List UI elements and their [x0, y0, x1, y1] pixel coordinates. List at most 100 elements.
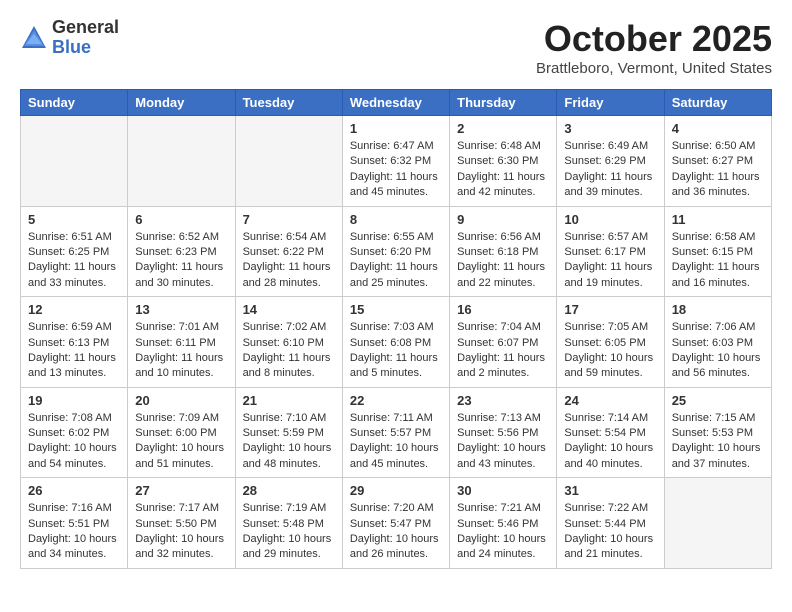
day-info: Sunrise: 7:01 AM Sunset: 6:11 PM Dayligh… [135, 320, 227, 382]
logo-text: General Blue [52, 18, 119, 58]
cell-w4-d6: 24 Sunrise: 7:14 AM Sunset: 5:54 PM Dayli… [557, 387, 664, 478]
cell-w3-d4: 15 Sunrise: 7:03 AM Sunset: 6:08 PM Dayli… [342, 297, 449, 388]
day-info: Sunrise: 6:51 AM Sunset: 6:25 PM Dayligh… [28, 230, 120, 292]
week-row-3: 12Sunrise: 6:59 AM Sunset: 6:13 PM Dayli… [21, 297, 772, 388]
cell-w3-d7: 18 Sunrise: 7:06 AM Sunset: 6:03 PM Dayli… [664, 297, 771, 388]
cell-w2-d1: 5 Sunrise: 6:51 AM Sunset: 6:25 PM Daylig… [21, 206, 128, 297]
day-number: 6 [135, 212, 227, 227]
day-info: Sunrise: 6:49 AM Sunset: 6:29 PM Dayligh… [564, 139, 656, 201]
day-info: Sunrise: 6:54 AM Sunset: 6:22 PM Dayligh… [243, 230, 335, 292]
cell-w2-d2: 6Sunrise: 6:52 AM Sunset: 6:23 PM Daylig… [128, 206, 235, 297]
cell-w4-d2: 20 Sunrise: 7:09 AM Sunset: 6:00 PM Dayli… [128, 387, 235, 478]
day-number: 27 [135, 483, 227, 498]
day-info: Sunrise: 7:16 AM Sunset: 5:51 PM Dayligh… [28, 501, 120, 563]
cell-w1-d6: 3 Sunrise: 6:49 AM Sunset: 6:29 PM Daylig… [557, 116, 664, 207]
day-info: Sunrise: 7:20 AM Sunset: 5:47 PM Dayligh… [350, 501, 442, 563]
day-number: 24 [564, 393, 656, 408]
day-number: 19 [28, 393, 120, 408]
day-info: Sunrise: 7:09 AM Sunset: 6:00 PM Dayligh… [135, 411, 227, 473]
day-number: 8 [350, 212, 442, 227]
cell-w5-d2: 27 Sunrise: 7:17 AM Sunset: 5:50 PM Dayli… [128, 478, 235, 569]
col-wednesday: Wednesday [342, 90, 449, 116]
day-info: Sunrise: 7:06 AM Sunset: 6:03 PM Dayligh… [672, 320, 764, 382]
day-info: Sunrise: 6:58 AM Sunset: 6:15 PM Dayligh… [672, 230, 764, 292]
calendar-header-row: Sunday Monday Tuesday Wednesday Thursday… [21, 90, 772, 116]
cell-w5-d1: 26 Sunrise: 7:16 AM Sunset: 5:51 PM Dayli… [21, 478, 128, 569]
day-info: Sunrise: 7:21 AM Sunset: 5:46 PM Dayligh… [457, 501, 549, 563]
cell-w2-d4: 8 Sunrise: 6:55 AM Sunset: 6:20 PM Daylig… [342, 206, 449, 297]
day-info: Sunrise: 6:57 AM Sunset: 6:17 PM Dayligh… [564, 230, 656, 292]
day-info: Sunrise: 7:17 AM Sunset: 5:50 PM Dayligh… [135, 501, 227, 563]
cell-w3-d5: 16 Sunrise: 7:04 AM Sunset: 6:07 PM Dayli… [450, 297, 557, 388]
cell-w4-d7: 25Sunrise: 7:15 AM Sunset: 5:53 PM Dayli… [664, 387, 771, 478]
cell-w2-d5: 9Sunrise: 6:56 AM Sunset: 6:18 PM Daylig… [450, 206, 557, 297]
col-friday: Friday [557, 90, 664, 116]
day-info: Sunrise: 7:08 AM Sunset: 6:02 PM Dayligh… [28, 411, 120, 473]
logo: General Blue [20, 18, 119, 58]
day-number: 12 [28, 302, 120, 317]
day-info: Sunrise: 7:03 AM Sunset: 6:08 PM Dayligh… [350, 320, 442, 382]
day-info: Sunrise: 7:04 AM Sunset: 6:07 PM Dayligh… [457, 320, 549, 382]
cell-w2-d3: 7 Sunrise: 6:54 AM Sunset: 6:22 PM Daylig… [235, 206, 342, 297]
cell-w5-d4: 29Sunrise: 7:20 AM Sunset: 5:47 PM Dayli… [342, 478, 449, 569]
week-row-2: 5 Sunrise: 6:51 AM Sunset: 6:25 PM Daylig… [21, 206, 772, 297]
col-sunday: Sunday [21, 90, 128, 116]
week-row-5: 26 Sunrise: 7:16 AM Sunset: 5:51 PM Dayli… [21, 478, 772, 569]
logo-blue: Blue [52, 38, 119, 58]
day-number: 14 [243, 302, 335, 317]
cell-w1-d5: 2 Sunrise: 6:48 AM Sunset: 6:30 PM Daylig… [450, 116, 557, 207]
col-monday: Monday [128, 90, 235, 116]
day-info: Sunrise: 6:55 AM Sunset: 6:20 PM Dayligh… [350, 230, 442, 292]
day-number: 7 [243, 212, 335, 227]
calendar-table: Sunday Monday Tuesday Wednesday Thursday… [20, 89, 772, 569]
day-info: Sunrise: 6:56 AM Sunset: 6:18 PM Dayligh… [457, 230, 549, 292]
day-number: 26 [28, 483, 120, 498]
cell-w3-d1: 12Sunrise: 6:59 AM Sunset: 6:13 PM Dayli… [21, 297, 128, 388]
cell-w5-d7 [664, 478, 771, 569]
day-info: Sunrise: 6:48 AM Sunset: 6:30 PM Dayligh… [457, 139, 549, 201]
day-info: Sunrise: 7:10 AM Sunset: 5:59 PM Dayligh… [243, 411, 335, 473]
cell-w1-d1 [21, 116, 128, 207]
day-number: 11 [672, 212, 764, 227]
header: General Blue October 2025 Brattleboro, V… [20, 18, 772, 77]
day-number: 16 [457, 302, 549, 317]
logo-icon [20, 24, 48, 52]
page: General Blue October 2025 Brattleboro, V… [0, 0, 792, 587]
day-info: Sunrise: 7:22 AM Sunset: 5:44 PM Dayligh… [564, 501, 656, 563]
day-number: 1 [350, 121, 442, 136]
cell-w4-d3: 21 Sunrise: 7:10 AM Sunset: 5:59 PM Dayli… [235, 387, 342, 478]
day-number: 5 [28, 212, 120, 227]
day-number: 28 [243, 483, 335, 498]
cell-w1-d3 [235, 116, 342, 207]
day-number: 21 [243, 393, 335, 408]
day-info: Sunrise: 7:05 AM Sunset: 6:05 PM Dayligh… [564, 320, 656, 382]
week-row-1: 1Sunrise: 6:47 AM Sunset: 6:32 PM Daylig… [21, 116, 772, 207]
day-number: 2 [457, 121, 549, 136]
day-number: 22 [350, 393, 442, 408]
col-thursday: Thursday [450, 90, 557, 116]
cell-w4-d4: 22 Sunrise: 7:11 AM Sunset: 5:57 PM Dayli… [342, 387, 449, 478]
cell-w2-d6: 10Sunrise: 6:57 AM Sunset: 6:17 PM Dayli… [557, 206, 664, 297]
day-number: 18 [672, 302, 764, 317]
day-number: 31 [564, 483, 656, 498]
cell-w5-d6: 31 Sunrise: 7:22 AM Sunset: 5:44 PM Dayli… [557, 478, 664, 569]
day-number: 23 [457, 393, 549, 408]
day-info: Sunrise: 7:11 AM Sunset: 5:57 PM Dayligh… [350, 411, 442, 473]
day-number: 3 [564, 121, 656, 136]
day-number: 4 [672, 121, 764, 136]
cell-w1-d7: 4Sunrise: 6:50 AM Sunset: 6:27 PM Daylig… [664, 116, 771, 207]
day-info: Sunrise: 7:02 AM Sunset: 6:10 PM Dayligh… [243, 320, 335, 382]
logo-general: General [52, 18, 119, 38]
day-info: Sunrise: 7:14 AM Sunset: 5:54 PM Dayligh… [564, 411, 656, 473]
day-number: 13 [135, 302, 227, 317]
day-number: 20 [135, 393, 227, 408]
cell-w1-d2 [128, 116, 235, 207]
cell-w3-d6: 17 Sunrise: 7:05 AM Sunset: 6:05 PM Dayli… [557, 297, 664, 388]
title-block: October 2025 Brattleboro, Vermont, Unite… [536, 18, 772, 77]
col-tuesday: Tuesday [235, 90, 342, 116]
cell-w5-d3: 28Sunrise: 7:19 AM Sunset: 5:48 PM Dayli… [235, 478, 342, 569]
day-number: 17 [564, 302, 656, 317]
cell-w4-d1: 19 Sunrise: 7:08 AM Sunset: 6:02 PM Dayli… [21, 387, 128, 478]
location: Brattleboro, Vermont, United States [536, 60, 772, 77]
day-number: 15 [350, 302, 442, 317]
